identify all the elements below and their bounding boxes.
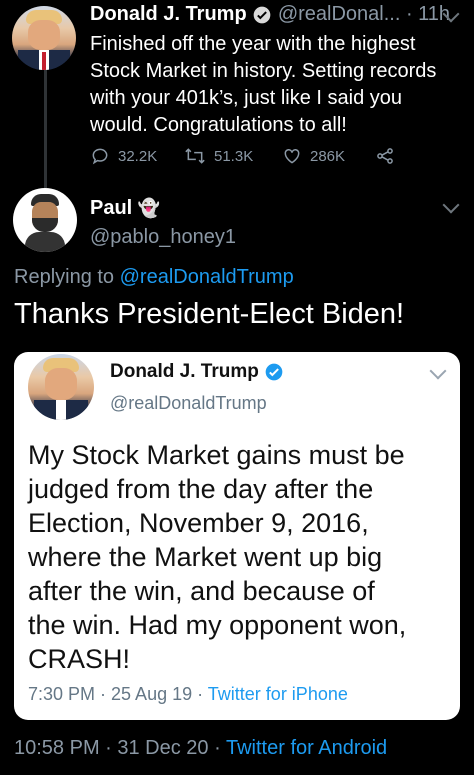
share-icon [377,148,393,164]
chevron-down-icon[interactable] [429,362,447,380]
reply-author-handle[interactable]: @pablo_honey1 [90,226,236,249]
author-handle[interactable]: @realDonal... [278,3,401,25]
reply-icon [92,148,108,165]
quoted-text-line: My Stock Market gains must be [28,440,405,470]
chevron-down-icon[interactable] [442,196,460,214]
tweet-text-line: would. Congratulations to all! [90,114,347,136]
heart-icon [284,148,300,164]
quoted-text-line: CRASH! [28,644,131,674]
reply-button[interactable]: 32.2K [90,146,157,166]
quoted-author-handle[interactable]: @realDonaldTrump [110,393,267,414]
tweet-text-line: Finished off the year with the highest [90,33,416,55]
quoted-tweet-time: 7:30 PM · 25 Aug 19 · [28,684,204,704]
ghost-icon: 👻 [137,198,161,218]
reply-source[interactable]: Twitter for Android [226,737,387,759]
quoted-text-line: Election, November 9, 2016, [28,508,369,538]
verified-icon [265,363,283,381]
author-name[interactable]: Donald J. Trump [90,3,247,25]
retweet-icon [185,148,205,164]
thread-line [44,70,47,188]
quoted-text-line: judged from the day after the [28,474,374,504]
verified-icon [253,6,271,24]
quoted-text-line: where the Market went up big [28,542,383,572]
trump-avatar[interactable] [12,6,76,70]
quoted-author-name[interactable]: Donald J. Trump [110,361,259,382]
quoted-tweet-source[interactable]: Twitter for iPhone [208,684,348,704]
like-button[interactable]: 286K [282,146,345,166]
quoted-avatar[interactable] [28,354,94,420]
retweet-button[interactable]: 51.3K [184,146,253,166]
like-count: 286K [310,147,346,165]
tweet-text-line: with your 401k’s, just like I said you [90,87,403,109]
tweet-text-line: Stock Market in history. Setting records [90,60,437,82]
quoted-text-line: the win. Had my opponent won, [28,610,407,640]
reply-author-name[interactable]: Paul [90,197,132,219]
replying-to-link[interactable]: @realDonaldTrump [120,266,294,288]
quoted-text-line: after the win, and because of [28,576,375,606]
reply-text: Thanks President-Elect Biden! [14,298,405,330]
retweet-count: 51.3K [214,147,254,165]
share-button[interactable] [374,146,396,166]
reply-timestamp: 10:58 PM · 31 Dec 20 · [14,737,221,759]
replying-to-label: Replying to [14,266,115,288]
reply-count: 32.2K [118,147,158,165]
quoted-tweet-card[interactable]: Donald J. Trump @realDonaldTrump My Stoc… [14,352,460,720]
paul-avatar[interactable] [13,188,77,252]
